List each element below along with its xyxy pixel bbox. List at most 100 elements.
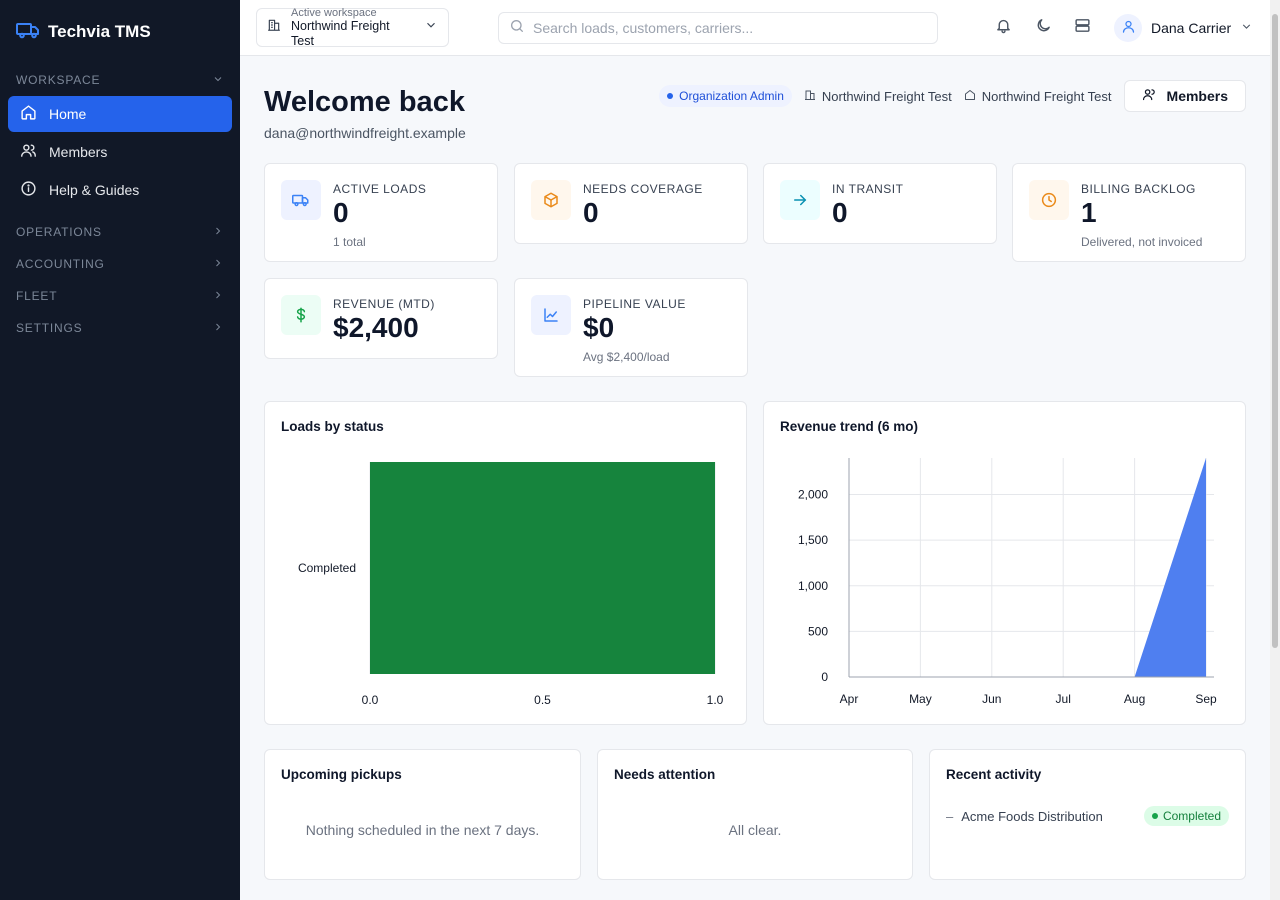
list-item[interactable]: – Acme Foods Distribution Completed [946, 806, 1229, 826]
brand[interactable]: Techvia TMS [0, 0, 240, 64]
kpi-label: PIPELINE VALUE [583, 297, 686, 311]
chevron-down-icon [212, 73, 224, 88]
sidebar-section-settings[interactable]: SETTINGS [0, 312, 240, 344]
recent-activity-panel: Recent activity – Acme Foods Distributio… [929, 749, 1246, 880]
kpi-label: REVENUE (MTD) [333, 297, 435, 311]
chevron-down-icon [424, 18, 438, 37]
role-dot [667, 93, 674, 99]
kpi-sub: Delivered, not invoiced [1081, 234, 1203, 249]
theme-toggle-button[interactable] [1031, 16, 1055, 40]
panel-title: Needs attention [614, 767, 716, 782]
revenue-area [849, 458, 1206, 677]
status-badge: Completed [1143, 806, 1229, 826]
revenue-trend-chart: 0 500 1,000 1,500 2,000 Apr May Jun Jul Aug Sep [798, 458, 1217, 706]
org-chip: Northwind Freight Test [804, 89, 952, 104]
kpi-label: ACTIVE LOADS [333, 182, 427, 196]
y-tick-label: 1,000 [798, 579, 828, 593]
y-category-label: Completed [298, 561, 356, 575]
kpi-value: $2,400 [333, 312, 419, 343]
workspace-nav-group: WORKSPACE Home Members Help & Guides [0, 64, 240, 208]
loads-by-status-panel: Loads by status 0.0 0.5 1.0 Completed [264, 401, 747, 725]
x-tick-label: Jun [982, 692, 1001, 706]
role-badge: Organization Admin [659, 85, 792, 107]
sidebar-section-fleet[interactable]: FLEET [0, 280, 240, 312]
needs-attention-panel: Needs attention All clear. [597, 749, 913, 880]
org-home-chip: Northwind Freight Test [964, 89, 1112, 104]
home-icon [964, 89, 976, 104]
avatar [1114, 14, 1142, 42]
kpi-revenue-mtd[interactable]: REVENUE (MTD) $2,400 [264, 278, 498, 359]
user-name: Dana Carrier [1151, 20, 1232, 36]
sidebar-section-accounting[interactable]: ACCOUNTING [0, 248, 240, 280]
workspace-switcher[interactable]: Active workspace Northwind Freight Test [256, 7, 449, 48]
members-button[interactable]: Members [1123, 80, 1246, 112]
y-tick-label: 0 [821, 670, 828, 684]
chevron-right-icon [212, 289, 224, 304]
x-tick-label: 1.0 [707, 693, 724, 707]
user-email: dana@northwindfreight.example [264, 125, 466, 141]
empty-state: Nothing scheduled in the next 7 days. [305, 822, 540, 838]
welcome-block: Welcome back dana@northwindfreight.examp… [264, 86, 466, 141]
panel-title: Upcoming pickups [281, 767, 402, 782]
kpi-billing-backlog[interactable]: BILLING BACKLOG 1 Delivered, not invoice… [1012, 163, 1246, 262]
x-tick-label: Apr [840, 692, 859, 706]
notifications-button[interactable] [991, 16, 1015, 40]
layout-toggle-button[interactable] [1070, 16, 1094, 40]
building-icon [267, 18, 281, 37]
dash-icon: – [946, 808, 954, 824]
kpi-value: $0 [583, 312, 615, 343]
sidebar-item-help[interactable]: Help & Guides [8, 172, 232, 208]
page-scrollbar[interactable] [1270, 0, 1280, 900]
kpi-label: IN TRANSIT [832, 182, 904, 196]
home-icon [20, 104, 37, 124]
brand-name: Techvia TMS [48, 22, 151, 41]
global-search [498, 12, 938, 44]
sidebar-item-members[interactable]: Members [8, 134, 232, 170]
x-tick-label: May [909, 692, 932, 706]
status-label: Completed [1162, 809, 1221, 823]
sidebar-item-home[interactable]: Home [8, 96, 232, 132]
x-tick-label: 0.5 [534, 693, 551, 707]
activity-name: Acme Foods Distribution [961, 808, 1103, 824]
y-tick-label: 1,500 [798, 533, 828, 547]
chevron-down-icon [1240, 20, 1253, 36]
section-label: SETTINGS [16, 321, 83, 335]
sidebar-section-operations[interactable]: OPERATIONS [0, 216, 240, 248]
kpi-needs-coverage[interactable]: NEEDS COVERAGE 0 [514, 163, 748, 244]
chevron-right-icon [212, 257, 224, 272]
workspace-section-label: WORKSPACE [16, 73, 101, 87]
arrow-right-icon [780, 180, 820, 220]
users-icon [1142, 87, 1157, 105]
box-icon [531, 180, 571, 220]
kpi-label: NEEDS COVERAGE [583, 182, 703, 196]
kpi-pipeline-value[interactable]: PIPELINE VALUE $0 Avg $2,400/load [514, 278, 748, 377]
sidebar-item-label: Home [49, 106, 87, 122]
x-tick-label: Sep [1195, 692, 1217, 706]
revenue-trend-panel: Revenue trend (6 mo) 0 500 1,000 1,500 2,000… [763, 401, 1246, 725]
scrollbar-thumb[interactable] [1272, 14, 1278, 648]
server-icon [1074, 17, 1091, 39]
upcoming-pickups-panel: Upcoming pickups Nothing scheduled in th… [264, 749, 581, 880]
kpi-sub: Avg $2,400/load [583, 349, 670, 364]
bar-completed [370, 462, 715, 674]
kpi-value: 0 [333, 197, 349, 228]
kpi-active-loads[interactable]: ACTIVE LOADS 0 1 total [264, 163, 498, 262]
members-button-label: Members [1166, 88, 1228, 104]
page-title: Welcome back [264, 86, 465, 118]
user-icon [1121, 19, 1136, 37]
empty-state: All clear. [728, 822, 782, 838]
x-tick-label: Jul [1056, 692, 1071, 706]
kpi-in-transit[interactable]: IN TRANSIT 0 [763, 163, 997, 244]
moon-icon [1035, 17, 1052, 39]
search-input[interactable] [533, 20, 927, 36]
kpi-label: BILLING BACKLOG [1081, 182, 1196, 196]
user-menu[interactable]: Dana Carrier [1114, 12, 1253, 44]
truck-logo-icon [16, 18, 40, 47]
workspace-section-header[interactable]: WORKSPACE [0, 64, 240, 96]
chevron-right-icon [212, 321, 224, 336]
chevron-right-icon [212, 225, 224, 240]
kpi-value: 1 [1081, 197, 1097, 228]
status-dot [1151, 813, 1158, 819]
x-tick-label: 0.0 [362, 693, 379, 707]
kpi-value: 0 [583, 197, 599, 228]
